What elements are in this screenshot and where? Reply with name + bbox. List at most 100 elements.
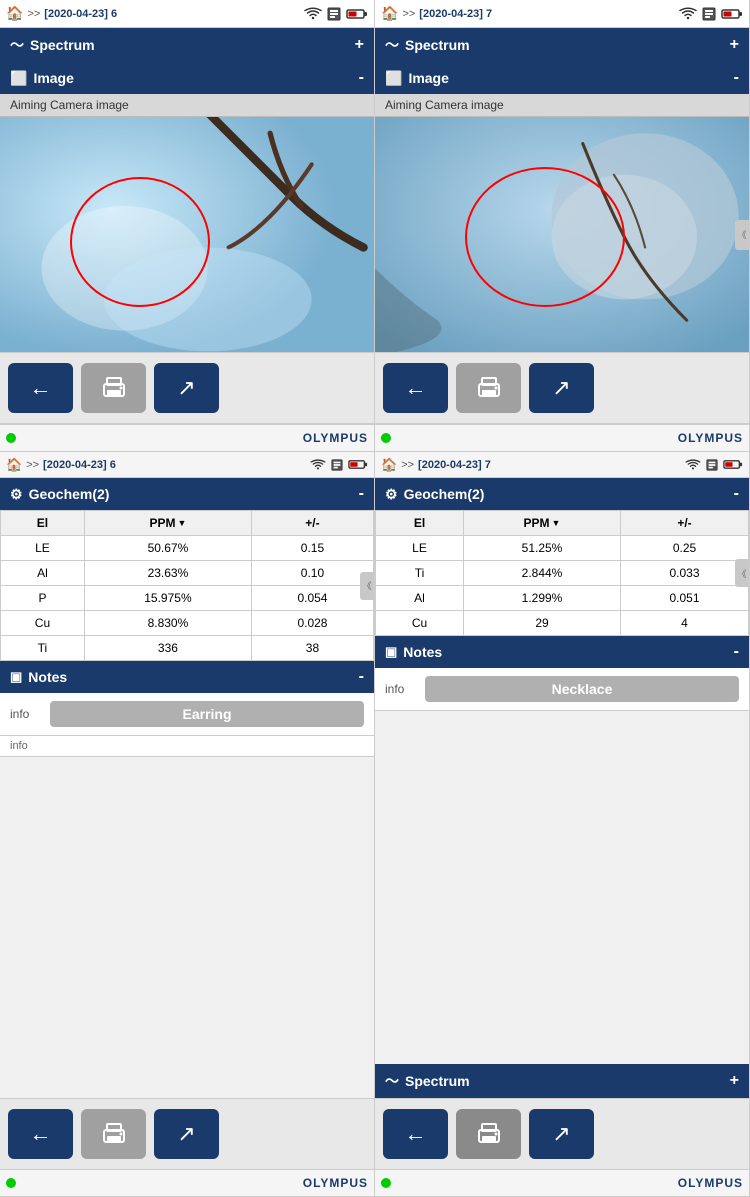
left-geochem-row: Cu8.830%0.028 <box>1 611 374 636</box>
left-bottom-print-button[interactable] <box>81 1109 146 1159</box>
right-bottom-green-dot <box>381 1178 391 1188</box>
right-geochem-cell-3-2: 4 <box>621 611 749 636</box>
right-geochem-icon: ⚙ <box>385 486 398 503</box>
right-geochem-row: Cu294 <box>376 611 749 636</box>
right-storage-icon2 <box>705 459 719 471</box>
left-battery-icon-top <box>346 8 368 20</box>
left-breadcrumb-top: [2020-04-23] 6 <box>44 8 117 20</box>
right-image-header[interactable]: ⬜ Image - <box>375 62 749 94</box>
right-spectrum-bottom-header[interactable]: 〜 Spectrum + <box>375 1064 749 1098</box>
right-bottom-print-icon <box>475 1122 503 1146</box>
right-notes-value[interactable]: Necklace <box>425 676 739 702</box>
left-status-bar-top: 🏠 >> [2020-04-23] 6 <box>0 0 374 28</box>
left-print-button[interactable] <box>81 363 146 413</box>
right-bottom-expand-button[interactable]: ↗ <box>529 1109 594 1159</box>
left-geochem-expand-arrow[interactable]: 《 <box>360 572 374 600</box>
left-geochem-cell-3-0: Cu <box>1 611 85 636</box>
right-col-plusminus: +/- <box>621 511 749 536</box>
right-camera-image: 《 <box>375 117 749 352</box>
left-geochem-table-wrapper: El PPM ▼ +/- LE50.67%0.15Al23.63%0.10P15… <box>0 510 374 661</box>
right-battery-icon-top <box>721 8 743 20</box>
right-status-bar-top: 🏠 >> [2020-04-23] 7 <box>375 0 749 28</box>
right-status-footer: OLYMPUS <box>375 424 749 452</box>
right-bottom-status: OLYMPUS <box>375 1169 749 1197</box>
left-notes-header[interactable]: ▣ Notes - <box>0 661 374 693</box>
left-geochem-cell-1-0: Al <box>1 561 85 586</box>
left-breadcrumb2: [2020-04-23] 6 <box>43 459 116 471</box>
left-home-icon2: 🏠 <box>6 457 22 473</box>
right-target-circle <box>465 167 625 307</box>
left-bottom-expand-button[interactable]: ↗ <box>154 1109 219 1159</box>
left-geochem-row: Al23.63%0.10 <box>1 561 374 586</box>
left-status-bar2: 🏠 >> [2020-04-23] 6 <box>0 452 374 478</box>
right-bottom-back-button[interactable]: ← <box>383 1109 448 1159</box>
left-geochem-cell-1-2: 0.10 <box>251 561 373 586</box>
right-green-dot <box>381 433 391 443</box>
right-spectrum-header[interactable]: 〜 Spectrum + <box>375 28 749 62</box>
right-geochem-cell-1-2: 0.033 <box>621 561 749 586</box>
left-image-toggle[interactable]: - <box>359 69 364 87</box>
left-geochem-cell-4-0: Ti <box>1 636 85 661</box>
left-geochem-cell-0-1: 50.67% <box>84 536 251 561</box>
left-back-button[interactable]: ← <box>8 363 73 413</box>
left-notes-icon: ▣ <box>10 669 22 685</box>
left-battery-icon2 <box>348 459 368 470</box>
right-notes-header[interactable]: ▣ Notes - <box>375 636 749 668</box>
left-wifi-icon-top <box>304 7 322 21</box>
left-geochem-cell-4-1: 336 <box>84 636 251 661</box>
right-geochem-cell-1-1: 2.844% <box>464 561 621 586</box>
left-status-footer: OLYMPUS <box>0 424 374 452</box>
left-notes-value[interactable]: Earring <box>50 701 364 727</box>
left-storage-icon2 <box>330 459 344 471</box>
right-bottom-olympus: OLYMPUS <box>678 1176 743 1190</box>
right-bottom-print-button[interactable] <box>456 1109 521 1159</box>
right-geochem-expand-arrow[interactable]: 《 <box>735 559 749 587</box>
right-geochem-header[interactable]: ⚙ Geochem(2) - <box>375 478 749 510</box>
left-spectrum-header[interactable]: 〜 Spectrum + <box>0 28 374 62</box>
right-image-toggle[interactable]: - <box>734 69 739 87</box>
left-bottom-back-button[interactable]: ← <box>8 1109 73 1159</box>
right-geochem-row: Al1.299%0.051 <box>376 586 749 611</box>
left-geochem-toggle[interactable]: - <box>359 485 364 503</box>
left-panel: 🏠 >> [2020-04-23] 6 <box>0 0 375 1197</box>
right-notes-toggle[interactable]: - <box>734 643 739 661</box>
right-geochem-cell-0-1: 51.25% <box>464 536 621 561</box>
right-spectrum-bottom-toggle[interactable]: + <box>730 1072 739 1090</box>
left-image-icon: ⬜ <box>10 70 27 87</box>
right-geochem-cell-3-1: 29 <box>464 611 621 636</box>
left-geochem-label: Geochem(2) <box>29 486 110 502</box>
left-notes-label: Notes <box>28 669 67 685</box>
left-geochem-header[interactable]: ⚙ Geochem(2) - <box>0 478 374 510</box>
right-wifi-icon-top <box>679 7 697 21</box>
right-notes-info-label: info <box>385 682 415 696</box>
left-notes-toggle[interactable]: - <box>359 668 364 686</box>
right-geochem-row: Ti2.844%0.033 <box>376 561 749 586</box>
left-geochem-cell-0-0: LE <box>1 536 85 561</box>
left-spectrum-toggle[interactable]: + <box>355 36 364 54</box>
left-expand-button[interactable]: ↗ <box>154 363 219 413</box>
right-back-button[interactable]: ← <box>383 363 448 413</box>
left-notes-content: info Earring <box>0 693 374 736</box>
left-geochem-icon: ⚙ <box>10 486 23 503</box>
right-expand-button[interactable]: ↗ <box>529 363 594 413</box>
right-geochem-cell-2-2: 0.051 <box>621 586 749 611</box>
right-image-expand[interactable]: 《 <box>735 220 749 250</box>
right-image-icon: ⬜ <box>385 70 402 87</box>
right-home-icon-top: 🏠 <box>381 5 398 22</box>
right-geochem-toggle[interactable]: - <box>734 485 739 503</box>
left-camera-image <box>0 117 374 352</box>
left-image-header[interactable]: ⬜ Image - <box>0 62 374 94</box>
right-spectrum-toggle[interactable]: + <box>730 36 739 54</box>
right-wifi-icon2 <box>685 459 701 471</box>
left-green-dot <box>6 433 16 443</box>
right-geochem-cell-2-0: Al <box>376 586 464 611</box>
right-geochem-table-wrapper: El PPM ▼ +/- LE51.25%0.25Ti2.844%0.033Al… <box>375 510 749 636</box>
left-bottom-buttons: ← ↗ <box>0 1098 374 1169</box>
left-geochem-cell-0-2: 0.15 <box>251 536 373 561</box>
left-geochem-cell-2-0: P <box>1 586 85 611</box>
right-print-button[interactable] <box>456 363 521 413</box>
right-breadcrumb2: [2020-04-23] 7 <box>418 459 491 471</box>
left-col-el: El <box>1 511 85 536</box>
right-geochem-table: El PPM ▼ +/- LE51.25%0.25Ti2.844%0.033Al… <box>375 510 749 636</box>
right-geochem-cell-2-1: 1.299% <box>464 586 621 611</box>
